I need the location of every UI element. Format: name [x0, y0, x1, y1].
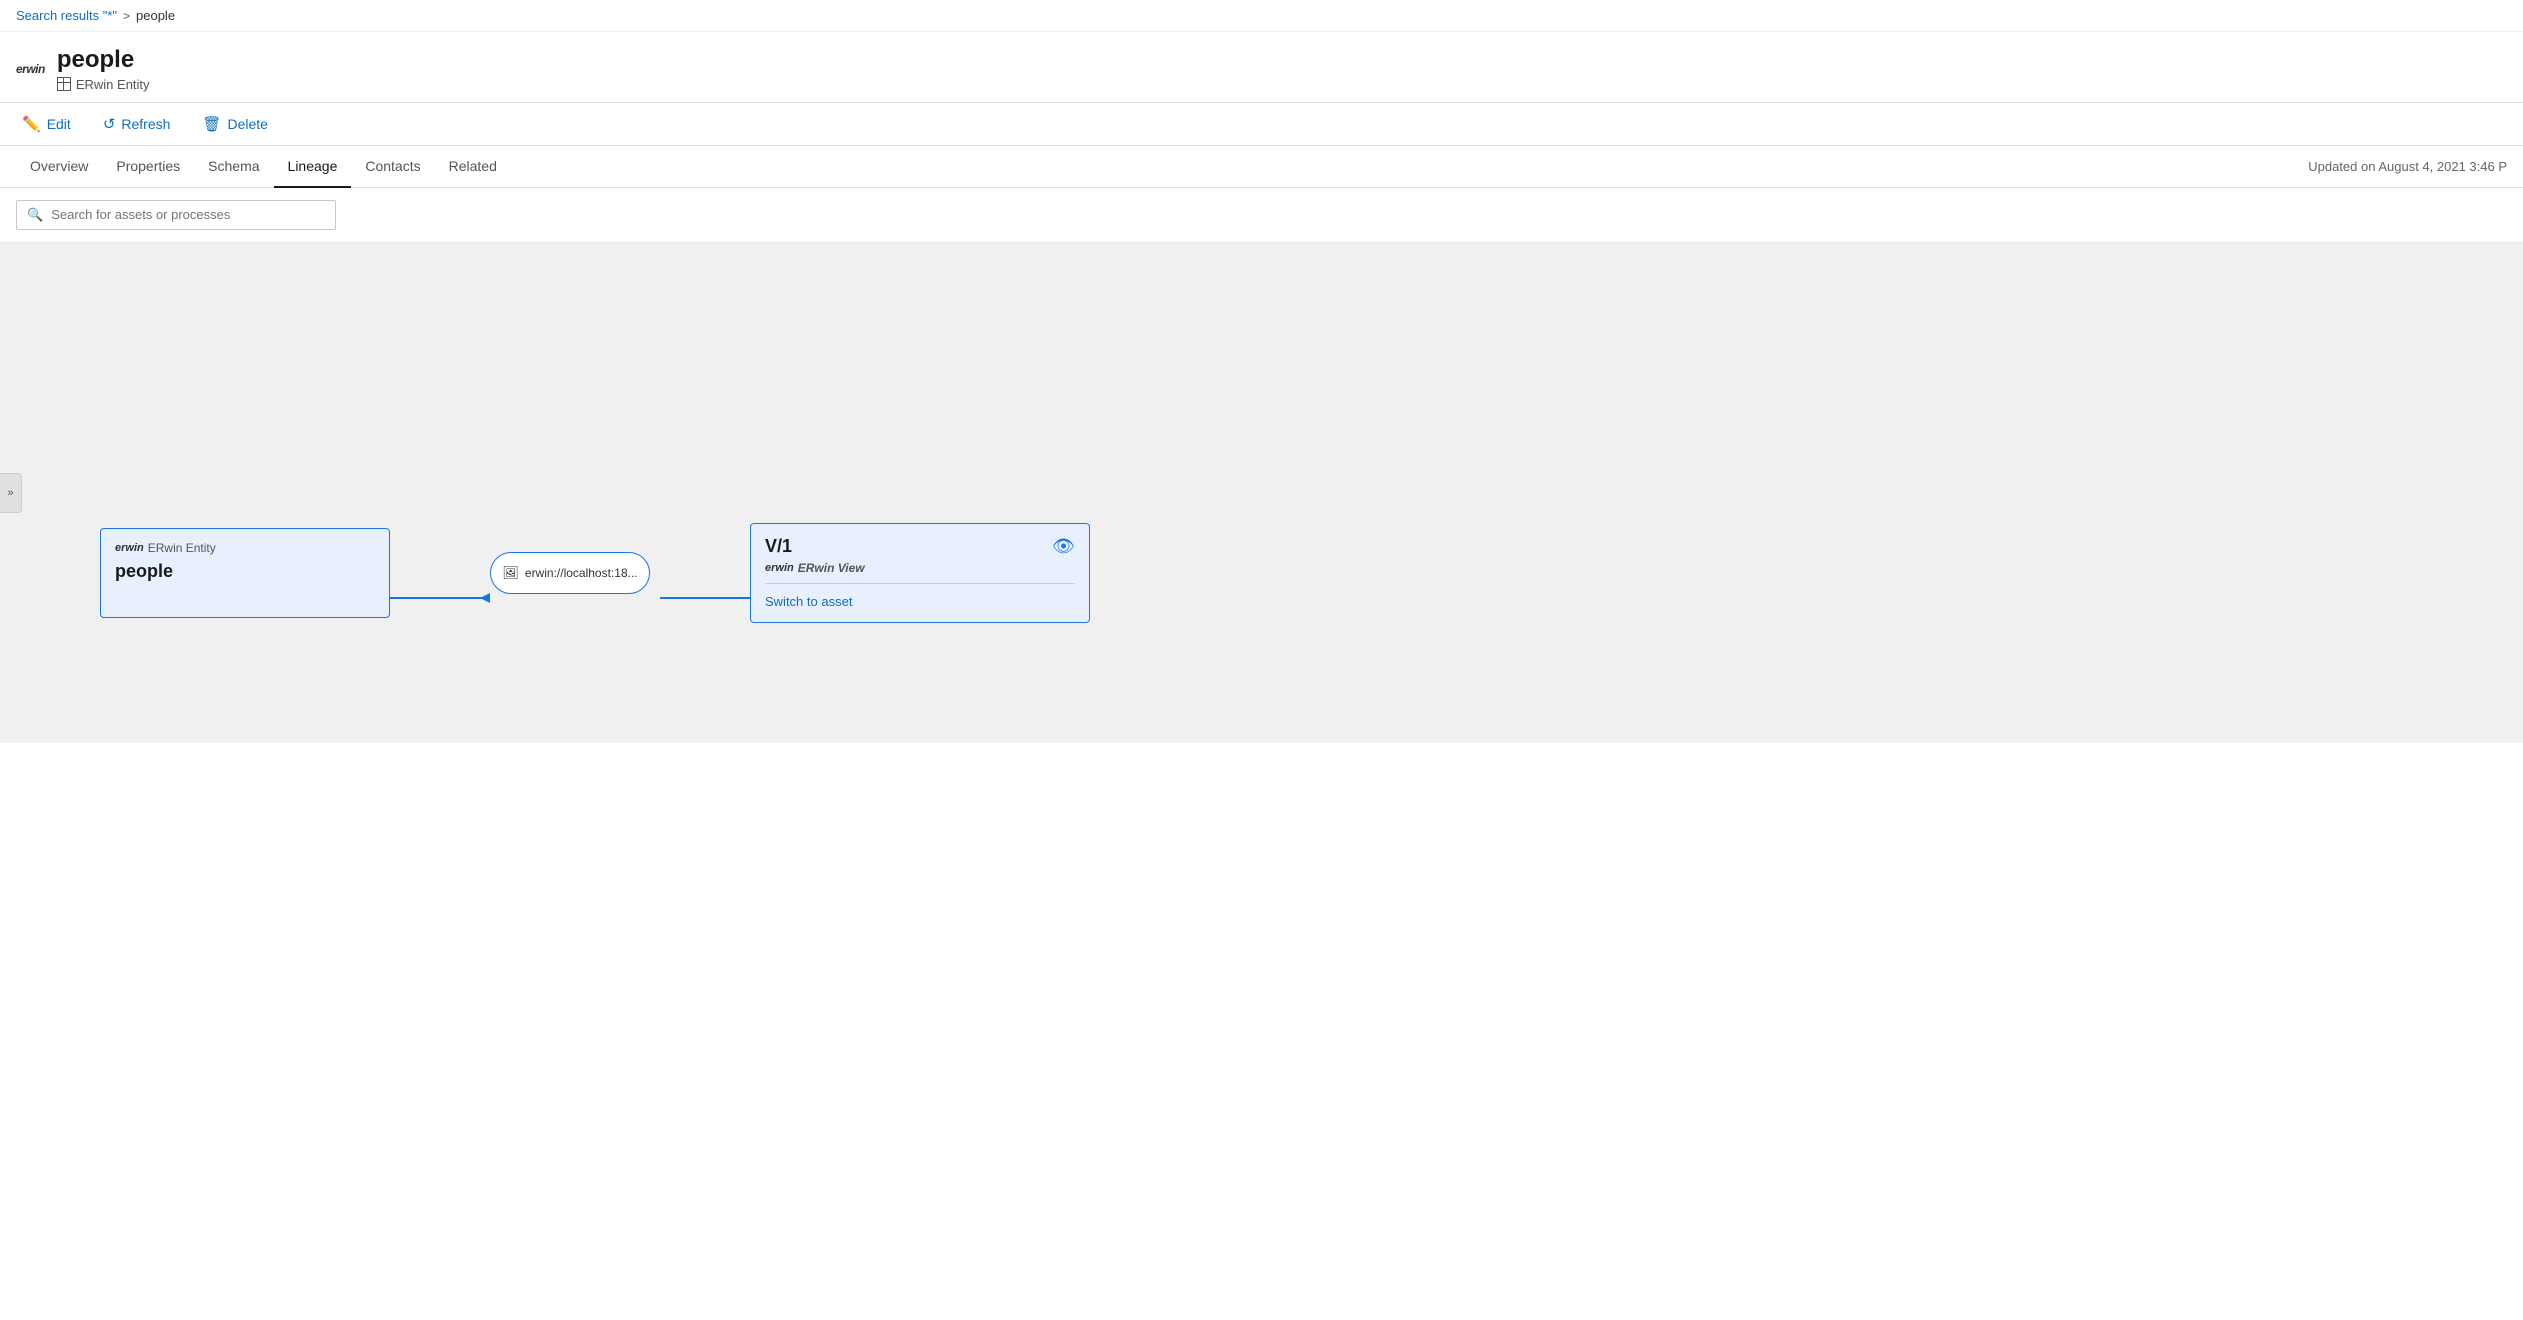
source-erwin-logo: erwin [115, 542, 144, 554]
tab-related[interactable]: Related [435, 146, 511, 188]
eye-icon[interactable]: 👁 [1052, 536, 1075, 557]
entity-type-label: ERwin Entity [76, 77, 150, 92]
tab-lineage[interactable]: Lineage [274, 146, 352, 188]
source-node[interactable]: erwin ERwin Entity people [100, 528, 390, 618]
search-box: 🔍 [16, 200, 336, 230]
page-header: erwin people ERwin Entity [0, 32, 2523, 103]
target-node-type: ERwin View [798, 561, 865, 575]
logo-text: erwin [16, 63, 45, 75]
target-node-divider [765, 583, 1075, 584]
tab-contacts[interactable]: Contacts [351, 146, 434, 188]
lineage-wrapper: » erwin ERwin Entity people [0, 243, 2523, 743]
target-node-header: V/1 👁 [765, 536, 1075, 557]
erwin-logo: erwin [16, 63, 45, 75]
source-node-type: ERwin Entity [148, 541, 216, 555]
breadcrumb-current: people [136, 8, 175, 23]
page-title-block: people ERwin Entity [57, 46, 150, 92]
target-node-name: V/1 [765, 536, 792, 557]
tab-overview[interactable]: Overview [16, 146, 102, 188]
tab-schema[interactable]: Schema [194, 146, 273, 188]
tabs-bar: Overview Properties Schema Lineage Conta… [0, 146, 2523, 188]
switch-to-asset-link[interactable]: Switch to asset [765, 594, 1075, 609]
lineage-connector-svg [0, 243, 2523, 743]
edit-icon: ✏️ [22, 115, 41, 133]
breadcrumb-search-link[interactable]: Search results "*" [16, 8, 117, 23]
process-icon: 🖼 [502, 565, 519, 581]
refresh-icon: ↺ [103, 115, 116, 133]
process-node-wrapper: 🖼 erwin://localhost:18... [490, 552, 650, 594]
delete-label: Delete [227, 116, 267, 132]
source-node-brand: erwin ERwin Entity [115, 541, 375, 555]
search-input[interactable] [51, 207, 325, 222]
refresh-label: Refresh [121, 116, 170, 132]
process-node[interactable]: 🖼 erwin://localhost:18... [490, 552, 650, 594]
process-node-label: erwin://localhost:18... [525, 566, 638, 580]
entity-icon [57, 77, 71, 91]
last-updated: Updated on August 4, 2021 3:46 P [2308, 159, 2507, 174]
delete-button[interactable]: 🗑 Delete [196, 111, 274, 137]
toolbar: ✏️ Edit ↺ Refresh 🗑 Delete [0, 103, 2523, 146]
edit-button[interactable]: ✏️ Edit [16, 111, 77, 137]
target-erwin-logo: erwin [765, 562, 794, 574]
lineage-canvas: » erwin ERwin Entity people [0, 243, 2523, 743]
source-node-name: people [115, 561, 375, 582]
search-container: 🔍 [0, 188, 2523, 243]
lineage-nodes: erwin ERwin Entity people 🖼 erwin://loca… [100, 523, 1090, 623]
target-node-brand: erwin ERwin View [765, 561, 1075, 575]
page-title: people [57, 46, 150, 75]
page-subtitle: ERwin Entity [57, 77, 150, 92]
collapse-toggle[interactable]: » [0, 473, 22, 513]
breadcrumb: Search results "*" > people [0, 0, 2523, 32]
breadcrumb-separator: > [123, 9, 130, 23]
delete-icon: 🗑 [202, 115, 221, 133]
search-icon: 🔍 [27, 207, 43, 223]
refresh-button[interactable]: ↺ Refresh [97, 111, 177, 137]
edit-label: Edit [47, 116, 71, 132]
tab-properties[interactable]: Properties [102, 146, 194, 188]
target-node[interactable]: V/1 👁 erwin ERwin View Switch to asset [750, 523, 1090, 623]
